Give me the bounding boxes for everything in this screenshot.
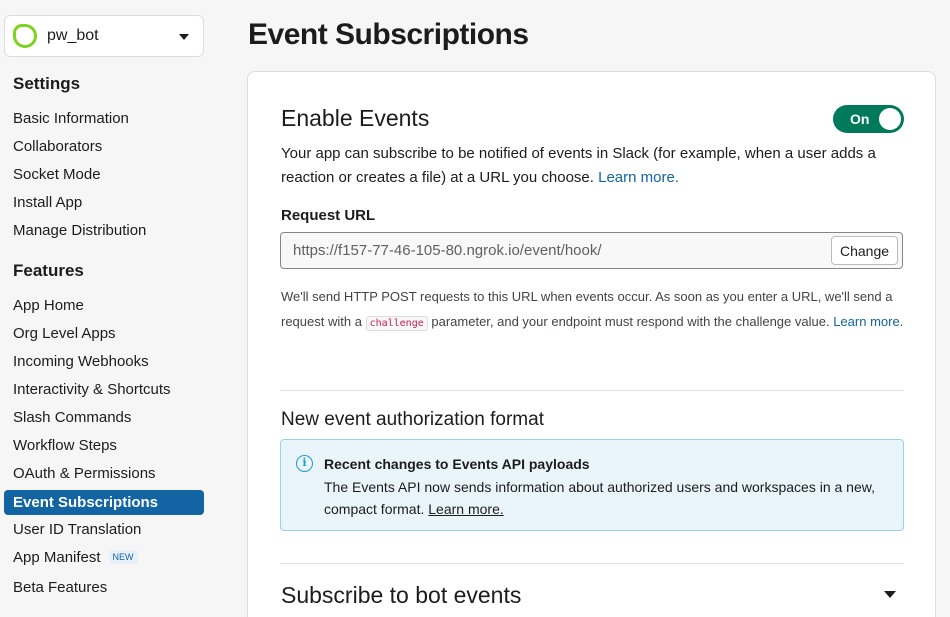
request-url-value: https://f157-77-46-105-80.ngrok.io/event… (293, 242, 602, 259)
enable-events-description: Your app can subscribe to be notified of… (281, 142, 906, 190)
sidebar-item-basic-information[interactable]: Basic Information (4, 105, 204, 133)
settings-nav: Basic Information Collaborators Socket M… (4, 105, 204, 245)
sidebar: pw_bot Settings Basic Information Collab… (0, 0, 210, 617)
challenge-code: challenge (365, 315, 428, 331)
divider (280, 390, 904, 391)
change-url-button[interactable]: Change (831, 236, 898, 265)
page-title: Event Subscriptions (248, 18, 529, 51)
event-subscriptions-card: Enable Events On Your app can subscribe … (247, 71, 936, 617)
app-icon (13, 24, 37, 48)
request-url-field: https://f157-77-46-105-80.ngrok.io/event… (280, 232, 903, 269)
bot-events-title[interactable]: Subscribe to bot events (281, 582, 521, 609)
sidebar-item-install-app[interactable]: Install App (4, 189, 204, 217)
sidebar-item-interactivity-shortcuts[interactable]: Interactivity & Shortcuts (4, 376, 204, 404)
request-url-help: We'll send HTTP POST requests to this UR… (281, 285, 906, 336)
chevron-down-icon (179, 34, 189, 40)
sidebar-item-incoming-webhooks[interactable]: Incoming Webhooks (4, 348, 204, 376)
sidebar-item-label: App Manifest (13, 549, 101, 566)
app-name: pw_bot (47, 27, 99, 44)
settings-section-title: Settings (13, 74, 81, 93)
sidebar-item-slash-commands[interactable]: Slash Commands (4, 404, 204, 432)
sidebar-item-socket-mode[interactable]: Socket Mode (4, 161, 204, 189)
toggle-label: On (850, 111, 870, 127)
info-icon: i (296, 455, 313, 472)
request-url-label: Request URL (281, 207, 376, 224)
auth-format-title: New event authorization format (281, 409, 544, 430)
description-text: Your app can subscribe to be notified of… (281, 145, 876, 186)
sidebar-item-manage-distribution[interactable]: Manage Distribution (4, 217, 204, 245)
sidebar-item-oauth-permissions[interactable]: OAuth & Permissions (4, 460, 204, 488)
toggle-knob (879, 108, 901, 130)
info-body-text: The Events API now sends information abo… (324, 479, 875, 517)
enable-events-toggle[interactable]: On (833, 105, 904, 133)
features-nav: App Home Org Level Apps Incoming Webhook… (4, 292, 204, 602)
sidebar-item-collaborators[interactable]: Collaborators (4, 133, 204, 161)
info-title: Recent changes to Events API payloads (324, 456, 590, 472)
divider (280, 563, 904, 564)
help-learn-more-link[interactable]: Learn more. (833, 314, 903, 329)
sidebar-item-event-subscriptions[interactable]: Event Subscriptions (4, 490, 204, 515)
chevron-down-icon[interactable] (884, 591, 896, 598)
sidebar-item-app-manifest[interactable]: App Manifest NEW (4, 544, 204, 572)
sidebar-item-beta-features[interactable]: Beta Features (4, 574, 204, 602)
info-learn-more-link[interactable]: Learn more. (428, 501, 503, 517)
features-section-title: Features (13, 261, 84, 280)
info-body: The Events API now sends information abo… (324, 476, 884, 520)
sidebar-item-user-id-translation[interactable]: User ID Translation (4, 516, 204, 544)
enable-events-title: Enable Events (281, 105, 430, 131)
info-callout: i Recent changes to Events API payloads … (280, 439, 904, 531)
sidebar-item-org-level-apps[interactable]: Org Level Apps (4, 320, 204, 348)
sidebar-item-workflow-steps[interactable]: Workflow Steps (4, 432, 204, 460)
help-text-after: parameter, and your endpoint must respon… (431, 313, 830, 329)
new-badge: NEW (108, 550, 138, 564)
learn-more-link[interactable]: Learn more. (598, 169, 679, 186)
sidebar-item-app-home[interactable]: App Home (4, 292, 204, 320)
app-switcher[interactable]: pw_bot (4, 15, 204, 57)
